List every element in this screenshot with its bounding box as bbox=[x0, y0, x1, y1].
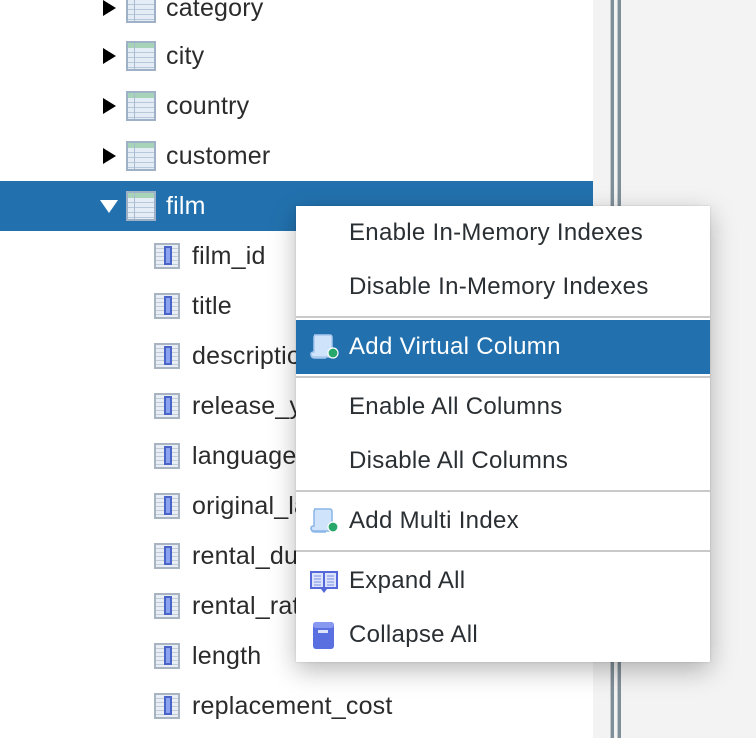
menu-item-disable-all-columns[interactable]: Disable All Columns bbox=[296, 434, 710, 488]
table-icon bbox=[126, 91, 156, 121]
table-name: country bbox=[166, 91, 250, 120]
menu-item-enable-all-columns[interactable]: Enable All Columns bbox=[296, 380, 710, 434]
menu-separator bbox=[296, 316, 710, 318]
column-icon bbox=[154, 243, 180, 269]
column-icon bbox=[154, 543, 180, 569]
menu-item-collapse-all[interactable]: Collapse All bbox=[296, 608, 710, 662]
table-icon bbox=[126, 191, 156, 221]
open-book-icon bbox=[310, 571, 338, 593]
menu-separator bbox=[296, 490, 710, 492]
column-name: film_id bbox=[192, 241, 266, 270]
closed-book-icon bbox=[313, 622, 334, 649]
table-name: customer bbox=[166, 141, 271, 170]
tree-item-column[interactable]: replacement_cost bbox=[0, 681, 593, 731]
expand-arrow-icon[interactable] bbox=[102, 0, 116, 17]
expand-arrow-icon[interactable] bbox=[102, 147, 116, 165]
tree-item-table[interactable]: category bbox=[0, 0, 593, 33]
menu-item-add-multi-index[interactable]: Add Multi Index bbox=[296, 494, 710, 548]
column-icon bbox=[154, 343, 180, 369]
table-icon bbox=[126, 0, 156, 23]
expand-arrow-icon[interactable] bbox=[102, 47, 116, 65]
menu-item-label: Add Virtual Column bbox=[349, 333, 561, 360]
table-name: category bbox=[166, 0, 264, 22]
expand-arrow-icon[interactable] bbox=[102, 97, 116, 115]
menu-item-label: Disable In-Memory Indexes bbox=[349, 273, 649, 300]
menu-item-label: Expand All bbox=[349, 567, 466, 594]
column-name: length bbox=[192, 641, 262, 670]
column-icon bbox=[154, 293, 180, 319]
menu-item-label: Disable All Columns bbox=[349, 447, 569, 474]
tree-item-table[interactable]: city bbox=[0, 31, 593, 81]
menu-item-expand-all[interactable]: Expand All bbox=[296, 554, 710, 608]
context-menu: Enable In-Memory Indexes Disable In-Memo… bbox=[296, 206, 710, 662]
column-icon bbox=[154, 443, 180, 469]
menu-separator bbox=[296, 376, 710, 378]
menu-item-label: Collapse All bbox=[349, 621, 479, 648]
tree-item-table[interactable]: country bbox=[0, 81, 593, 131]
menu-separator bbox=[296, 550, 710, 552]
menu-item-label: Enable In-Memory Indexes bbox=[349, 219, 644, 246]
menu-item-label: Add Multi Index bbox=[349, 507, 519, 534]
column-icon bbox=[154, 593, 180, 619]
column-icon bbox=[154, 643, 180, 669]
collapse-arrow-icon[interactable] bbox=[100, 197, 118, 215]
menu-item-label: Enable All Columns bbox=[349, 393, 563, 420]
column-name: replacement_cost bbox=[192, 691, 393, 720]
column-icon bbox=[154, 393, 180, 419]
menu-item-enable-in-memory-indexes[interactable]: Enable In-Memory Indexes bbox=[296, 206, 710, 260]
menu-item-add-virtual-column[interactable]: Add Virtual Column bbox=[296, 320, 710, 374]
column-icon bbox=[154, 693, 180, 719]
table-name: city bbox=[166, 41, 205, 70]
menu-item-disable-in-memory-indexes[interactable]: Disable In-Memory Indexes bbox=[296, 260, 710, 314]
scroll-add-icon bbox=[310, 334, 339, 359]
app-window: category city country customer film film… bbox=[0, 0, 756, 738]
table-icon bbox=[126, 41, 156, 71]
table-icon bbox=[126, 141, 156, 171]
tree-item-table[interactable]: customer bbox=[0, 131, 593, 181]
column-icon bbox=[154, 493, 180, 519]
scroll-add-icon bbox=[310, 508, 339, 533]
column-name: title bbox=[192, 291, 232, 320]
table-name: film bbox=[166, 191, 206, 220]
